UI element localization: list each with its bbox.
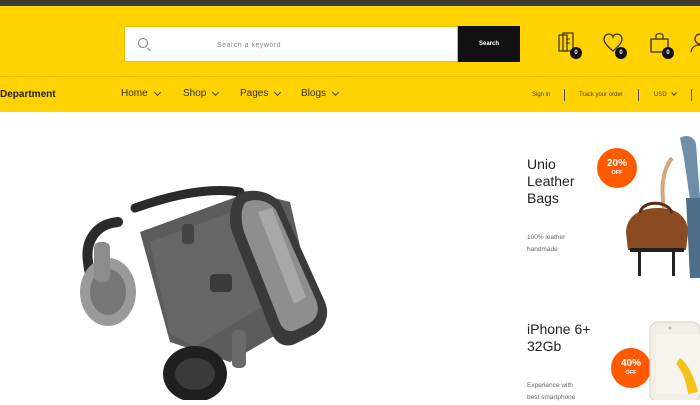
promo-title: iPhone 6+ 32Gb bbox=[527, 321, 590, 355]
nav-item-blogs[interactable]: Blogs bbox=[301, 88, 340, 99]
hero-banner bbox=[0, 112, 510, 402]
signin-link[interactable]: Sign in bbox=[532, 92, 550, 98]
chevron-down-icon bbox=[670, 90, 677, 97]
divider bbox=[691, 89, 692, 101]
nav-item-label: Blogs bbox=[301, 88, 327, 99]
currency-select[interactable]: USD bbox=[654, 90, 677, 98]
wishlist-count-badge: 0 bbox=[615, 47, 627, 59]
promo-subtitle-line: best smartphone bbox=[527, 394, 576, 401]
nav-item-label: Shop bbox=[183, 88, 207, 99]
user-icon bbox=[690, 33, 700, 53]
nav-item-label: Pages bbox=[240, 88, 269, 99]
discount-percent: 40% bbox=[620, 358, 641, 369]
promo-subtitle: 100% leather handmade bbox=[527, 232, 565, 256]
nav-item-pages[interactable]: Pages bbox=[240, 88, 282, 99]
search-icon bbox=[138, 38, 148, 48]
promo-title-line: Leather bbox=[527, 173, 575, 189]
header: Search 0 0 0 bbox=[0, 6, 700, 76]
nav-item-home[interactable]: Home bbox=[121, 88, 161, 99]
cart-button[interactable]: 0 bbox=[649, 32, 677, 62]
search-button[interactable]: Search bbox=[458, 26, 520, 62]
search-input[interactable] bbox=[215, 35, 449, 55]
wishlist-button[interactable]: 0 bbox=[602, 32, 630, 62]
currency-value: USD bbox=[654, 92, 667, 98]
vr-headset-image bbox=[80, 186, 328, 402]
leather-bag-image bbox=[626, 136, 700, 278]
promo-subtitle: Experience with best smartphone bbox=[527, 380, 575, 404]
account-button[interactable] bbox=[690, 32, 700, 62]
iphone-image bbox=[649, 321, 700, 400]
promo-title: Unio Leather Bags bbox=[527, 156, 574, 207]
compare-count-badge: 0 bbox=[570, 47, 582, 59]
compare-button[interactable]: 0 bbox=[557, 32, 585, 62]
nav-item-label: Home bbox=[121, 88, 148, 99]
chevron-down-icon bbox=[153, 88, 161, 96]
promo-subtitle-line: Experience with bbox=[527, 382, 573, 389]
cart-count-badge: 0 bbox=[662, 47, 674, 59]
promo-subtitle-line: 100% leather bbox=[527, 234, 566, 241]
department-menu[interactable]: Department bbox=[0, 89, 56, 100]
nav-item-shop[interactable]: Shop bbox=[183, 88, 220, 99]
track-order-link[interactable]: Track your order bbox=[579, 92, 623, 98]
promo-title-line: Bags bbox=[527, 190, 559, 206]
discount-off-label: OFF bbox=[625, 370, 637, 376]
divider bbox=[564, 89, 565, 101]
promo-title-line: Unio bbox=[527, 156, 556, 172]
main-nav: Department Home Shop Pages Blogs Sign in… bbox=[0, 76, 700, 112]
chevron-down-icon bbox=[274, 88, 282, 96]
promo-subtitle-line: handmade bbox=[527, 246, 558, 253]
chevron-down-icon bbox=[331, 88, 340, 96]
chevron-down-icon bbox=[212, 88, 220, 96]
search-box[interactable] bbox=[124, 26, 458, 62]
divider bbox=[638, 89, 639, 101]
promo-title-line: iPhone 6+ bbox=[527, 321, 591, 337]
promo-title-line: 32Gb bbox=[527, 338, 562, 354]
